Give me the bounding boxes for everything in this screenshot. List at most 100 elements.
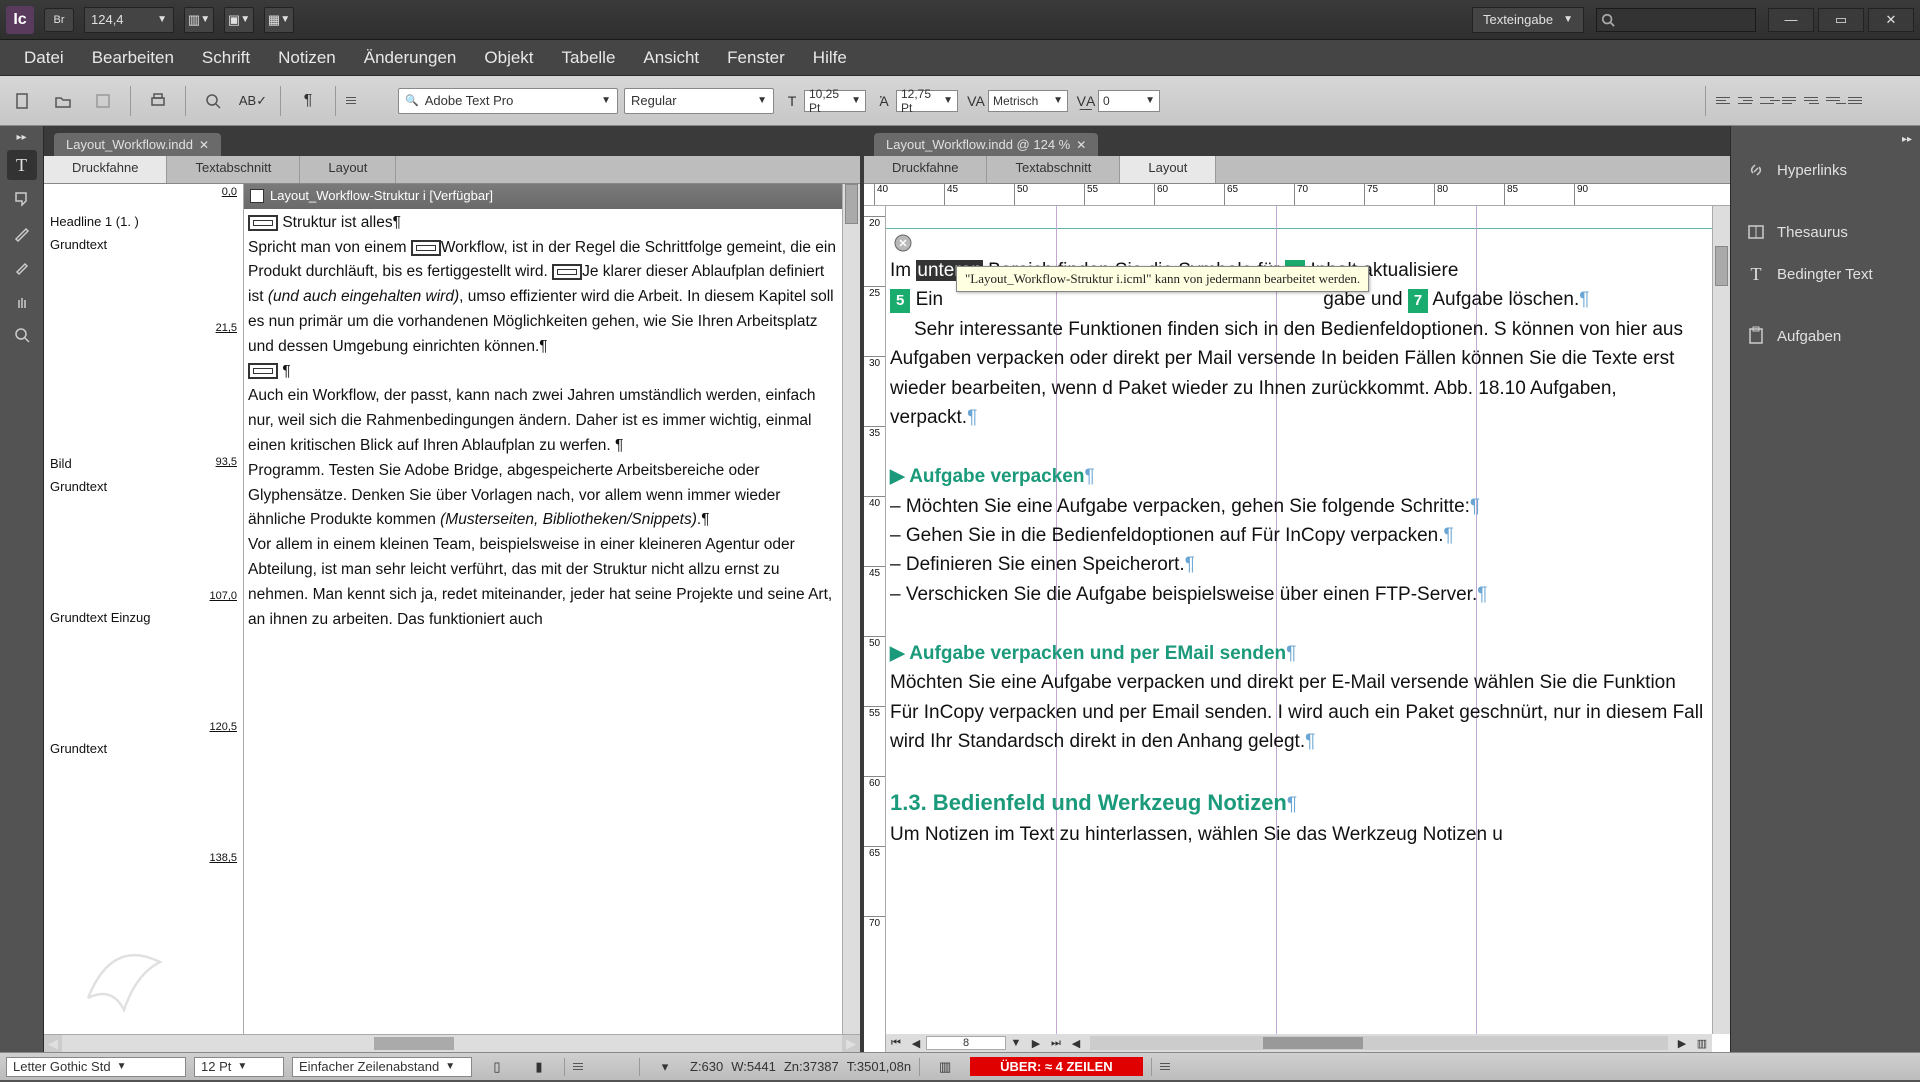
vertical-ruler[interactable]: 20 25 30 35 40 45 50 55 60 65 70 [864, 206, 886, 1052]
font-size-field[interactable]: 10,25 Pt▼ [804, 90, 866, 112]
panel-aufgaben[interactable]: Aufgaben [1731, 315, 1920, 357]
split-view-icon[interactable]: ▥ [1692, 1037, 1712, 1050]
workspace-switcher[interactable]: Texteingabe▼ [1472, 7, 1584, 33]
leading-field[interactable]: 12,75 Pt▼ [896, 90, 958, 112]
align-justify-left-button[interactable] [1782, 93, 1802, 109]
view-tab-druckfahne[interactable]: Druckfahne [44, 156, 167, 183]
menu-hilfe[interactable]: Hilfe [799, 42, 861, 74]
last-page-button[interactable]: ⏭ [1046, 1037, 1066, 1050]
show-hidden-icon[interactable]: ¶ [291, 86, 325, 116]
scroll-left-icon[interactable]: ◀ [44, 1035, 62, 1052]
close-icon[interactable]: ✕ [1076, 138, 1086, 152]
kerning-mode-dropdown[interactable]: Metrisch▼ [988, 90, 1068, 112]
vertical-scrollbar[interactable] [842, 184, 860, 1034]
window-minimize-button[interactable]: — [1768, 8, 1814, 32]
align-center-button[interactable] [1738, 93, 1758, 109]
panel-bedingter-text[interactable]: T Bedingter Text [1731, 253, 1920, 295]
vertical-scrollbar-r[interactable] [1712, 206, 1730, 1034]
menu-notizen[interactable]: Notizen [264, 42, 350, 74]
next-page-button[interactable]: ▶ [1026, 1037, 1046, 1050]
scroll-right-button[interactable]: ▶ [1672, 1037, 1692, 1050]
galley-text-column[interactable]: Layout_Workflow-Struktur i [Verfügbar] S… [244, 184, 842, 1034]
screen-mode-icon[interactable]: ▣▼ [224, 7, 254, 33]
overset-indicator[interactable]: ÜBER: ≈ 4 ZEILEN [970, 1057, 1143, 1076]
view-tab-textabschnitt[interactable]: Textabschnitt [167, 156, 300, 183]
print-icon[interactable] [141, 86, 175, 116]
panel-hyperlinks[interactable]: Hyperlinks [1731, 149, 1920, 191]
anchored-object-icon [248, 363, 278, 379]
page-number-field[interactable]: 8 [926, 1036, 1006, 1050]
bridge-button[interactable]: Br [44, 8, 74, 32]
close-icon[interactable]: ✕ [199, 138, 209, 152]
view-options-1-icon[interactable]: ▥▼ [184, 7, 214, 33]
hand-tool[interactable] [7, 286, 37, 316]
copyfit-progress-icon[interactable]: ▥ [928, 1052, 962, 1082]
doc-tab-right[interactable]: Layout_Workflow.indd @ 124 % ✕ [874, 133, 1098, 156]
scroll-left-button[interactable]: ◀ [1066, 1037, 1086, 1050]
panel-thesaurus[interactable]: Thesaurus [1731, 211, 1920, 253]
note-tool[interactable] [7, 184, 37, 214]
new-doc-icon[interactable] [6, 86, 40, 116]
view-tab-layout[interactable]: Layout [300, 156, 396, 183]
status-size-dropdown[interactable]: 12 Pt▼ [194, 1057, 284, 1077]
story-header[interactable]: Layout_Workflow-Struktur i [Verfügbar] [244, 184, 842, 209]
font-family-dropdown[interactable]: 🔍Adobe Text Pro ▼ [398, 88, 618, 114]
status-spacing-dropdown[interactable]: Einfacher Zeilenabstand▼ [292, 1057, 472, 1077]
position-tool[interactable] [7, 218, 37, 248]
control-menu-icon[interactable] [346, 96, 356, 106]
text-frame-content[interactable]: Im unteren Bereich finden Sie die Symbol… [890, 256, 1708, 849]
menu-tabelle[interactable]: Tabelle [548, 42, 630, 74]
align-justify-right-button[interactable] [1826, 93, 1846, 109]
anchored-object-icon [411, 240, 441, 256]
anchored-object-icon [552, 264, 582, 280]
window-maximize-button[interactable]: ▭ [1818, 8, 1864, 32]
font-style-dropdown[interactable]: Regular▼ [624, 88, 774, 114]
eyedropper-tool[interactable] [7, 252, 37, 282]
menu-schrift[interactable]: Schrift [188, 42, 264, 74]
collapse-tools-icon[interactable]: ▸▸ [14, 132, 30, 142]
menu-datei[interactable]: Datei [10, 42, 78, 74]
find-icon[interactable] [196, 86, 230, 116]
arrange-docs-icon[interactable]: ▦▼ [264, 7, 294, 33]
view-tab-layout-r[interactable]: Layout [1120, 156, 1216, 183]
first-page-button[interactable]: ⏮ [886, 1037, 906, 1050]
status-column-2-icon[interactable]: ▮ [522, 1052, 556, 1082]
paragraph-align-group [1716, 93, 1868, 109]
view-tab-druckfahne-r[interactable]: Druckfahne [864, 156, 987, 183]
scroll-right-icon[interactable]: ▶ [842, 1035, 860, 1052]
menu-ansicht[interactable]: Ansicht [629, 42, 713, 74]
doc-tab-left[interactable]: Layout_Workflow.indd ✕ [54, 133, 221, 156]
spellcheck-icon[interactable]: AB✓ [236, 86, 270, 116]
status-menu-2-icon[interactable] [1160, 1062, 1170, 1072]
help-search-input[interactable] [1596, 8, 1756, 32]
horizontal-scrollbar-r[interactable] [1090, 1036, 1668, 1050]
menu-aenderungen[interactable]: Änderungen [350, 42, 471, 74]
align-justify-center-button[interactable] [1804, 93, 1824, 109]
menu-bearbeiten[interactable]: Bearbeiten [78, 42, 188, 74]
menu-fenster[interactable]: Fenster [713, 42, 799, 74]
menu-objekt[interactable]: Objekt [470, 42, 547, 74]
horizontal-scrollbar-left[interactable]: ◀ ▶ [44, 1034, 860, 1052]
page-dropdown-icon[interactable]: ▼ [1006, 1037, 1026, 1049]
story-checkbox-icon[interactable] [250, 189, 264, 203]
collapse-dock-icon[interactable]: ▸▸ [1731, 134, 1920, 149]
workspace-area: ▸▸ T Layout_Workflow.indd ✕ Druckfahne T… [0, 126, 1920, 1052]
page-canvas[interactable]: "Layout_Workflow-Struktur i.icml" kann v… [886, 206, 1712, 1034]
window-close-button[interactable]: ✕ [1868, 8, 1914, 32]
zoom-tool[interactable] [7, 320, 37, 350]
horizontal-ruler[interactable]: 40 45 50 55 60 65 70 75 80 85 90 [864, 184, 1730, 206]
save-doc-icon[interactable] [86, 86, 120, 116]
status-font-dropdown[interactable]: Letter Gothic Std▼ [6, 1057, 186, 1077]
status-column-1-icon[interactable]: ▯ [480, 1052, 514, 1082]
zoom-dropdown[interactable]: 124,4▼ [84, 7, 174, 33]
open-doc-icon[interactable] [46, 86, 80, 116]
align-justify-all-button[interactable] [1848, 93, 1868, 109]
status-menu-icon[interactable] [573, 1062, 583, 1072]
align-left-button[interactable] [1716, 93, 1736, 109]
align-right-button[interactable] [1760, 93, 1780, 109]
prev-page-button[interactable]: ◀ [906, 1037, 926, 1050]
status-info-icon[interactable]: ▾ [648, 1052, 682, 1082]
tracking-field[interactable]: 0▼ [1098, 90, 1160, 112]
type-tool[interactable]: T [7, 150, 37, 180]
view-tab-textabschnitt-r[interactable]: Textabschnitt [987, 156, 1120, 183]
